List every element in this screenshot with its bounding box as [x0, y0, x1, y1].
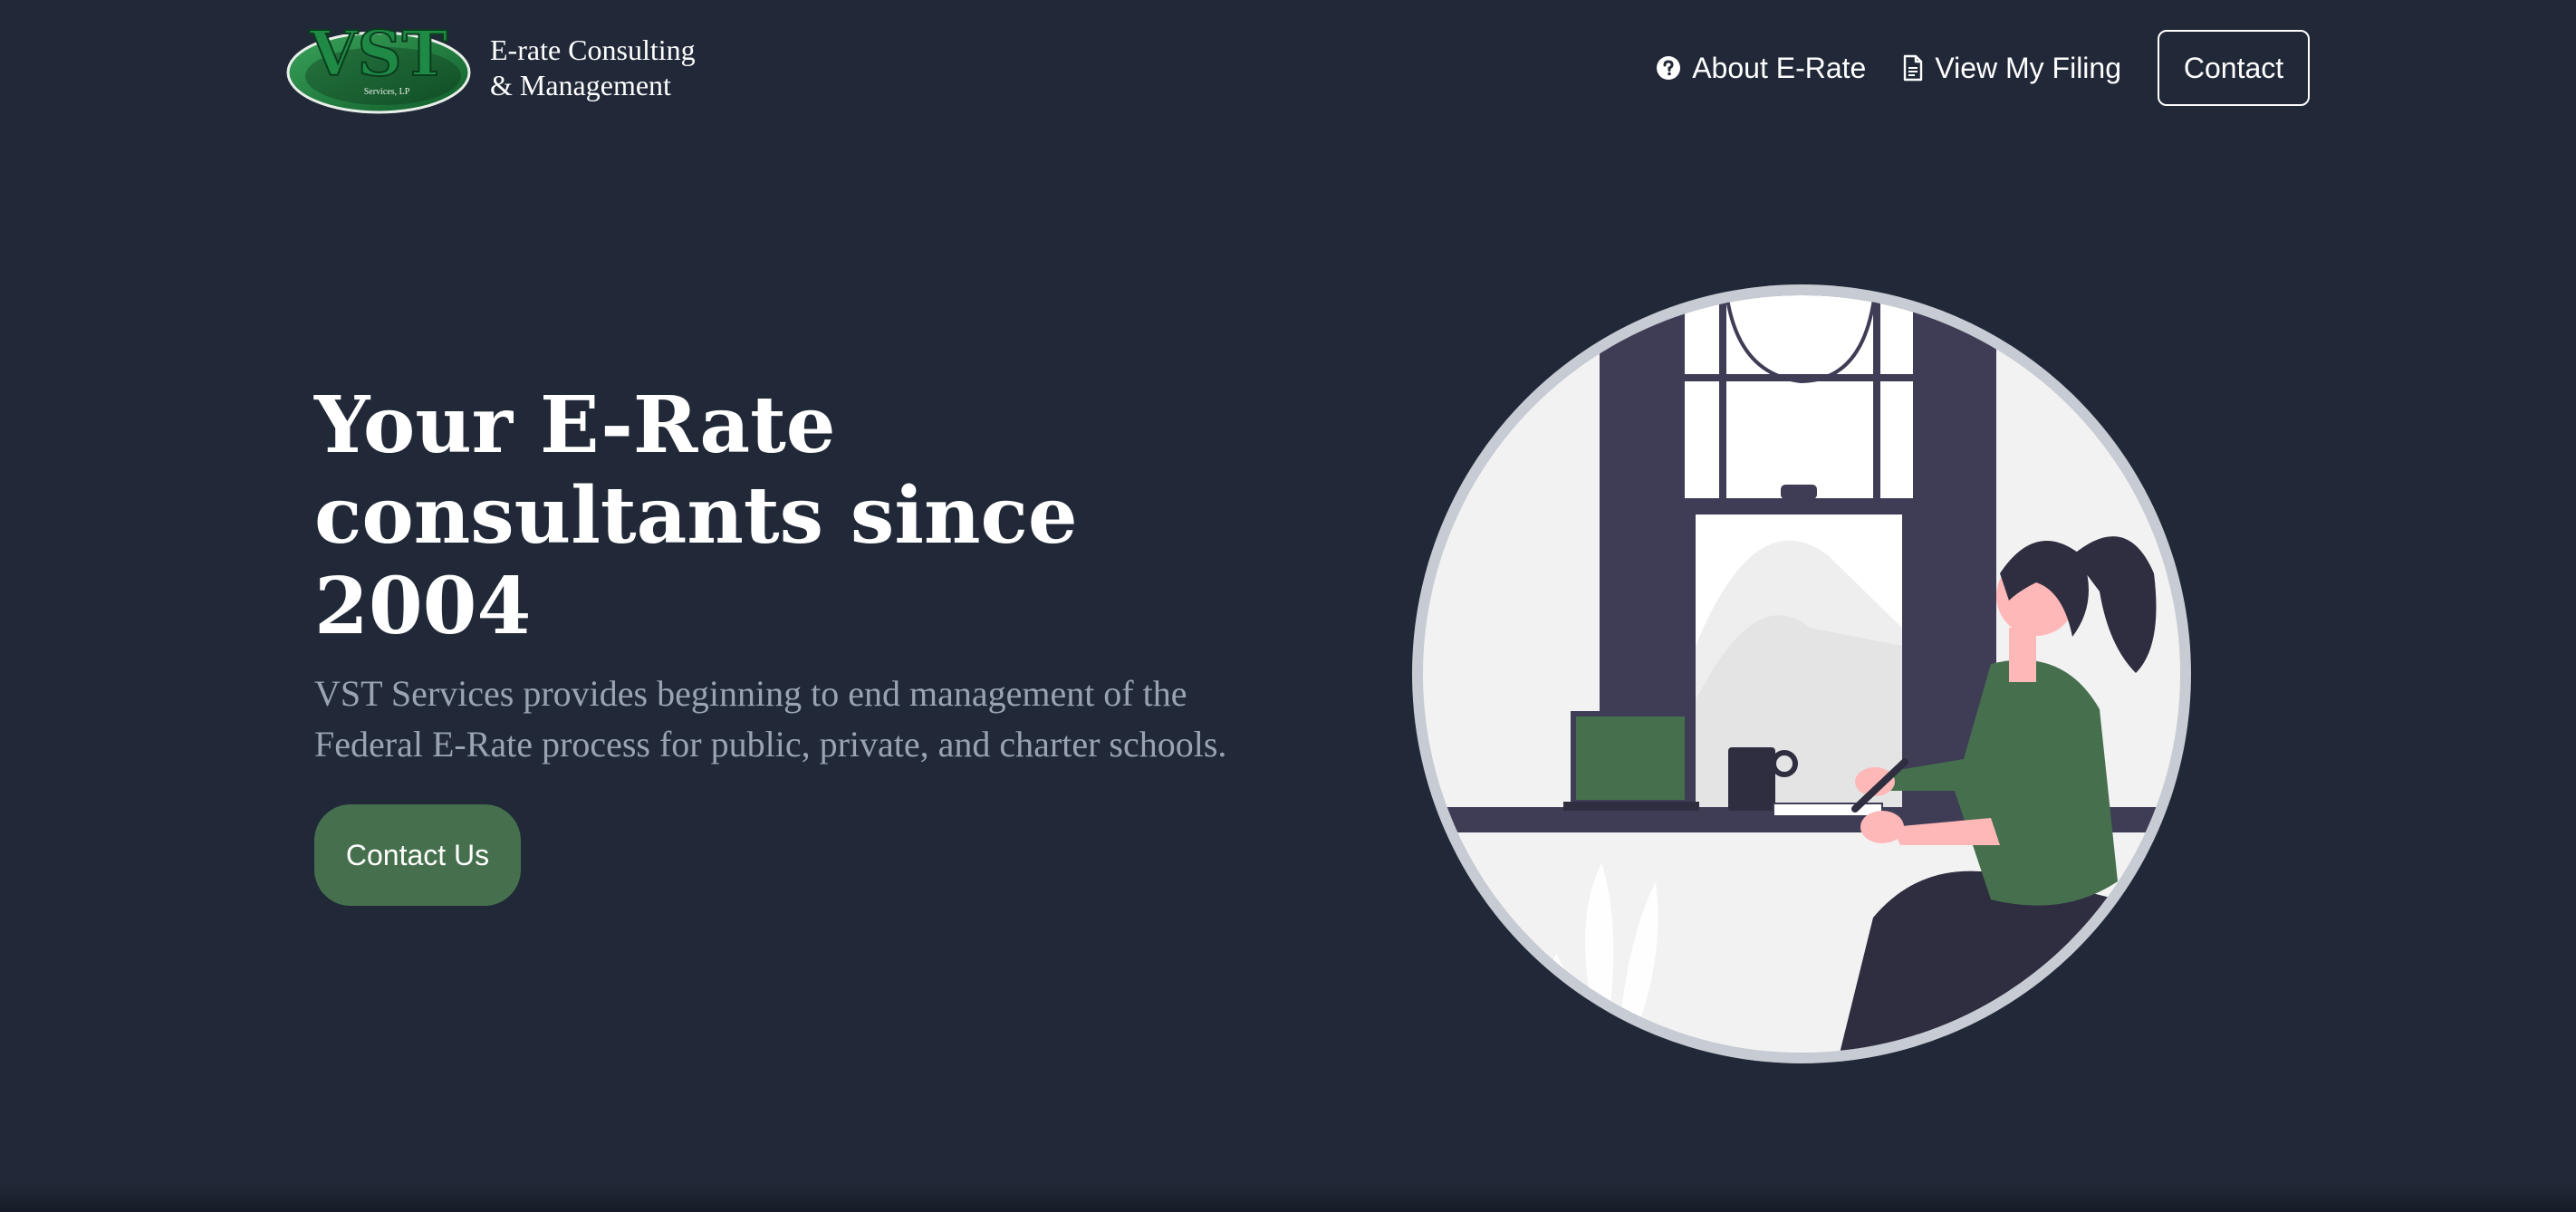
- hero-headline: Your E-Rate consultants since 2004: [314, 380, 1078, 652]
- nav-view-my-filing[interactable]: View My Filing: [1902, 52, 2121, 85]
- document-icon: [1904, 54, 1923, 82]
- svg-text:VST: VST: [309, 18, 447, 91]
- contact-button[interactable]: Contact: [2158, 30, 2310, 106]
- site-header: VST Services, LP E-rate Consulting & Man…: [0, 0, 2576, 136]
- vst-logo-icon: VST Services, LP: [286, 18, 471, 114]
- hero-text: Your E-Rate consultants since 2004 VST S…: [314, 380, 1238, 906]
- page-bottom-shade: [0, 1185, 2576, 1212]
- nav-view-my-filing-label: View My Filing: [1935, 51, 2121, 84]
- woman-working-illustration: [1412, 284, 2191, 1063]
- logo-wordmark: E-rate Consulting & Management: [490, 33, 696, 103]
- contact-us-button[interactable]: Contact Us: [314, 804, 521, 906]
- nav-about-erate[interactable]: About E-Rate: [1656, 52, 1866, 85]
- svg-text:Services, LP: Services, LP: [364, 87, 410, 97]
- nav-about-erate-label: About E-Rate: [1692, 51, 1867, 84]
- main-nav: About E-Rate View My Filing Contact: [1656, 30, 2310, 106]
- question-circle-icon: [1657, 56, 1681, 80]
- logo-home-link[interactable]: VST Services, LP E-rate Consulting & Man…: [285, 18, 696, 118]
- logo-line-2: & Management: [490, 69, 671, 101]
- logo-line-1: E-rate Consulting: [490, 34, 696, 66]
- hero-description: VST Services provides beginning to end m…: [314, 673, 1227, 765]
